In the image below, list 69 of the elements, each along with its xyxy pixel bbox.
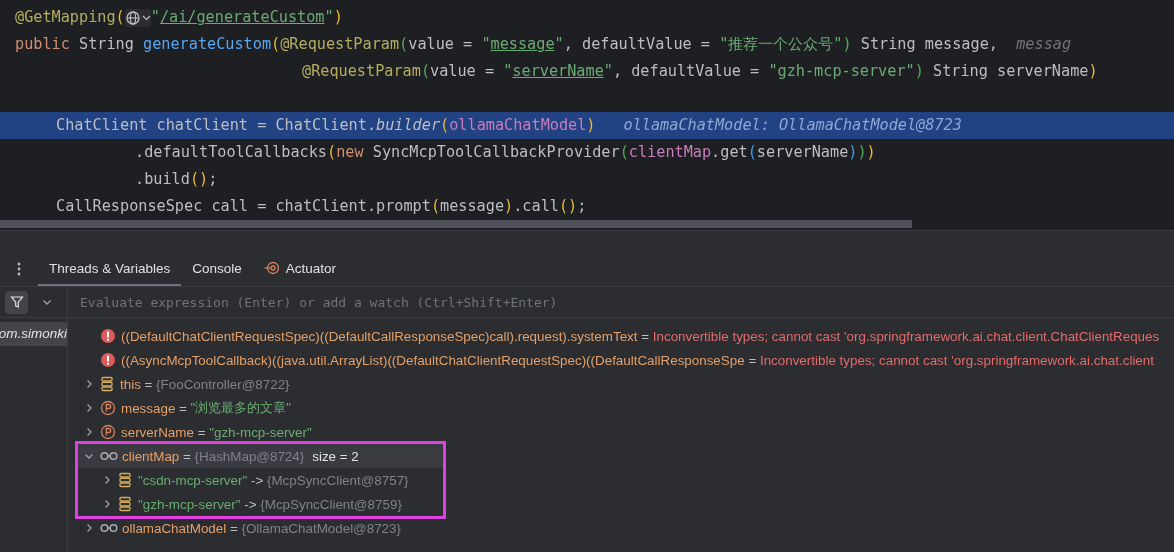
variable-row[interactable]: serverName = "gzh-mcp-server" [78,420,1174,444]
glasses-icon [100,450,118,462]
frame-item[interactable]: om.simonki [0,322,67,346]
panel-tab[interactable]: Console [181,252,253,286]
horizontal-scrollbar[interactable] [0,220,912,228]
separator-text: -> [249,472,265,488]
chevron-down-icon[interactable] [42,297,52,307]
variable-name: ((DefaultChatClientRequestSpec)((DefaultCallResponseSpec)call).request).systemText [121,328,638,344]
parameter-icon [100,400,116,416]
globe-inlay-icon[interactable] [124,8,151,27]
variable-row[interactable]: this = {FooController@8722} [78,372,1174,396]
variable-value: "gzh-mcp-server" [209,424,312,440]
variable-value: {OllamaChatModel@8723} [241,520,401,536]
filter-button[interactable] [5,290,28,314]
variable-name: ollamaChatModel [122,520,227,536]
variable-row[interactable]: ((AsyncMcpToolCallback)((java.util.ArrayList)((DefaultChatClientRequestSpec)((DefaultCallResponseSpe = Inconvertible types; cannot cast 'org.springframework.ai.chat.client [78,348,1174,372]
separator-text: = [178,400,188,416]
separator-text: -> [243,496,258,512]
size-label: size = 2 [312,448,359,464]
variable-value: "浏览最多的文章" [190,399,292,417]
separator-text: = [228,520,239,536]
separator-text: = [196,424,207,440]
variable-value: {McpSyncClient@8759} [260,496,402,512]
variable-value: {FooController@8722} [156,376,290,392]
glasses-icon [100,522,118,534]
variable-value: Inconvertible types; cannot cast 'org.springframework.ai.chat.client.ChatClientReques [652,328,1160,344]
variable-value: {McpSyncClient@8757} [266,472,409,488]
code-line: .build(); [134,169,219,190]
variable-name: "csdn-mcp-server" [138,472,248,488]
variable-name: ((AsyncMcpToolCallback)((java.util.ArrayList)((DefaultChatClientRequestSpec)((DefaultCallResponseSpe [121,352,745,368]
variable-row[interactable]: clientMap = {HashMap@8724} size = 2 [78,444,443,468]
variable-name: message [121,400,176,416]
code-line: .defaultToolCallbacks(new SyncMcpToolCallbackProvider(clientMap.get(serverName))) [134,142,877,163]
code-line: @GetMapping( "/ai/generateCustom") [14,7,344,29]
chevron-right-icon[interactable] [84,379,94,389]
chevron-right-icon[interactable] [84,523,94,533]
panel-tab[interactable]: Actuator [252,252,348,286]
separator-text: = [143,376,154,392]
variable-row[interactable]: ollamaChatModel = {OllamaChatModel@8723} [78,516,1174,540]
chevron-right-icon[interactable] [102,499,112,509]
code-line: @RequestParam(value = "serverName", defaultValue = "gzh-mcp-server") String serverName) [301,61,1099,82]
variable-name: "gzh-mcp-server" [138,496,241,512]
variable-row[interactable]: "csdn-mcp-server" -> {McpSyncClient@8757} [78,468,443,492]
separator-text: = [640,328,651,344]
parameter-icon [100,424,116,440]
variable-row[interactable]: message = "浏览最多的文章" [78,396,1174,420]
filter-icon [9,295,24,309]
variable-name: this [120,376,141,392]
error-icon [100,352,116,368]
evaluate-expression-field[interactable]: Evaluate expression (Enter) or add a watch (Ctrl+Shift+Enter) [68,287,1174,317]
separator-text: = [182,448,192,464]
code-line: CallResponseSpec call = chatClient.prompt(message).call(); [55,196,588,217]
variable-row[interactable]: ((DefaultChatClientRequestSpec)((DefaultCallResponseSpec)call).request).systemText = Inconvertible types; cannot cast 'org.springframework.ai.chat.client.ChatClientReques [78,324,1174,348]
variable-value: Inconvertible types; cannot cast 'org.springframework.ai.chat.client [759,352,1154,368]
chevron-right-icon[interactable] [84,403,94,413]
stack-icon [118,496,132,512]
chevron-right-icon[interactable] [102,475,112,485]
variable-name: serverName [121,424,194,440]
panel-tab[interactable]: Threads & Variables [38,252,182,286]
chevron-down-icon[interactable] [84,451,94,461]
chevron-right-icon[interactable] [84,427,94,437]
variable-name: clientMap [122,448,180,464]
separator-text: = [747,352,758,368]
variable-row[interactable]: "gzh-mcp-server" -> {McpSyncClient@8759} [78,492,443,516]
error-icon [100,328,116,344]
stack-icon [118,472,132,488]
stack-icon [100,376,114,392]
code-line: public String generateCustom(@RequestParam(value = "message", defaultValue = "推荐一个公众号") String message, messag [14,34,1073,55]
variable-value: {HashMap@8724} [194,448,305,464]
